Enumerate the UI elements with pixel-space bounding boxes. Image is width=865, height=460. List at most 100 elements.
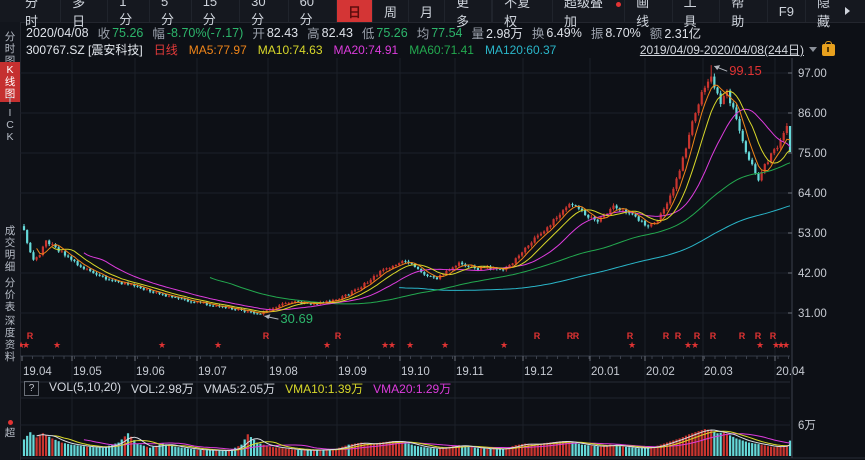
svg-text:★: ★ [500, 340, 508, 350]
arrow-right-icon [845, 7, 850, 15]
svg-text:19.06: 19.06 [136, 366, 165, 378]
volume-legend-item: VOL(5,10,20) [49, 380, 121, 397]
svg-text:20.01: 20.01 [591, 366, 620, 378]
x-axis-ticks [22, 73, 792, 361]
period-tab-30分[interactable]: 30分 [240, 0, 288, 22]
period-tab-日[interactable]: 日 [337, 0, 373, 22]
quote-field-额: 额2.31亿 [650, 23, 701, 42]
svg-text:19.08: 19.08 [269, 366, 298, 378]
period-tab-15分[interactable]: 15分 [192, 0, 240, 22]
chevron-down-icon[interactable] [809, 47, 817, 52]
sidebar-item-TICK[interactable]: TICK [0, 95, 20, 143]
top-toolbar: 分时多日1分5分15分30分60分日周月更多 不复权超级叠加画线工具帮助F9隐藏 [0, 0, 865, 23]
volume-legend-items: VOL(5,10,20) VOL:2.98万 VMA5:2.05万 VMA10:1.3… [49, 380, 451, 397]
volume-legend-item: VMA10:1.39万 [285, 380, 363, 397]
help-icon[interactable]: ? [24, 381, 39, 396]
date-range-label[interactable]: 2019/04/09-2020/04/08(244日) [640, 41, 804, 58]
svg-text:★: ★ [158, 340, 166, 350]
period-tab-1分[interactable]: 1分 [108, 0, 150, 22]
svg-text:★: ★ [691, 340, 699, 350]
svg-text:53.00: 53.00 [798, 228, 827, 240]
axis-labels: 97.0086.0075.0064.0053.0042.0031.0019.04… [23, 68, 827, 432]
svg-text:6万: 6万 [798, 420, 816, 432]
svg-text:75.00: 75.00 [798, 148, 827, 160]
svg-text:30.69: 30.69 [280, 311, 313, 326]
event-markers[interactable]: RRRRRRRRRRRRRR★★★★★★★★★★★★★★★★★★★ [20, 331, 790, 350]
svg-text:R: R [675, 331, 682, 341]
period-tab-5分[interactable]: 5分 [150, 0, 192, 22]
menu-item-F9[interactable]: F9 [767, 0, 805, 22]
menu-item-超级叠加[interactable]: 超级叠加 [552, 0, 624, 22]
sidebar-item-超[interactable]: 超 [0, 420, 20, 439]
quote-field-量: 量2.98万 [472, 23, 523, 42]
menu-item-隐藏[interactable]: 隐藏 [805, 0, 861, 22]
quote-field-均: 均77.54 [417, 23, 463, 42]
volume-legend: ? VOL(5,10,20) VOL:2.98万 VMA5:2.05万 VMA10:1… [24, 380, 451, 396]
period-tab-周[interactable]: 周 [373, 0, 409, 22]
quote-field-开: 开82.43 [252, 23, 298, 42]
svg-text:20.02: 20.02 [646, 366, 675, 378]
quote-field-高: 高82.43 [307, 23, 353, 42]
svg-text:20.04: 20.04 [776, 366, 805, 378]
volume-legend-item: VOL:2.98万 [131, 380, 194, 397]
quote-field-幅: 幅-8.70%(-7.17) [152, 23, 243, 42]
svg-text:★: ★ [756, 340, 764, 350]
menu-item-帮助[interactable]: 帮助 [719, 0, 767, 22]
svg-text:19.07: 19.07 [198, 366, 227, 378]
svg-text:64.00: 64.00 [798, 188, 827, 200]
candlestick-chart[interactable]: 97.0086.0075.0064.0053.0042.0031.0019.04… [20, 58, 865, 460]
period-tab-分时[interactable]: 分时 [14, 0, 61, 22]
period-tab-多日[interactable]: 多日 [61, 0, 108, 22]
period-tabs: 分时多日1分5分15分30分60分日周月更多 [14, 0, 492, 22]
sidebar-item-分价表[interactable]: 分价表 [0, 277, 20, 313]
ma-legend-item: MA60:71.41 [409, 43, 474, 57]
period-tab-更多[interactable]: 更多 [445, 0, 492, 22]
svg-text:★: ★ [628, 340, 636, 350]
quote-field-振: 振8.70% [591, 23, 641, 42]
svg-text:42.00: 42.00 [798, 268, 827, 280]
volume-legend-item: VMA5:2.05万 [204, 380, 275, 397]
quote-info-row: 2020/04/08收75.26幅-8.70%(-7.17)开82.43高82.… [26, 24, 701, 41]
quote-field-换: 换6.49% [532, 23, 582, 42]
menu-item-画线[interactable]: 画线 [624, 0, 672, 22]
svg-text:★: ★ [323, 340, 331, 350]
ma-legend-item: MA5:77.97 [189, 43, 247, 57]
svg-text:R: R [710, 331, 717, 341]
svg-text:R: R [739, 331, 746, 341]
menu-item-工具[interactable]: 工具 [672, 0, 720, 22]
grid [20, 58, 865, 458]
ma-lines [37, 85, 790, 313]
period-tab-月[interactable]: 月 [409, 0, 445, 22]
quote-field-收: 收75.26 [98, 23, 144, 42]
svg-text:97.00: 97.00 [798, 68, 827, 80]
svg-text:R: R [534, 331, 541, 341]
volume-legend-item: VMA20:1.29万 [373, 380, 451, 397]
notification-dot [8, 420, 13, 425]
ma-legend-item: MA10:74.63 [258, 43, 323, 57]
date-range-box[interactable]: 2019/04/09-2020/04/08(244日) [640, 42, 835, 57]
quote-field-低: 低75.26 [362, 23, 408, 42]
svg-text:★: ★ [441, 340, 449, 350]
svg-text:R: R [335, 331, 342, 341]
left-sidebar: 分时图K线图TICK成交明细分价表深度资料超 [0, 22, 21, 460]
ma-legend: MA5:77.97MA10:74.63MA20:74.91MA60:71.41M… [189, 43, 557, 57]
svg-text:19.10: 19.10 [401, 366, 430, 378]
price-annotations: 99.15 30.69 [264, 63, 761, 326]
svg-text:99.15: 99.15 [729, 63, 762, 78]
svg-text:R: R [663, 331, 670, 341]
svg-text:★: ★ [406, 340, 414, 350]
svg-text:★: ★ [22, 340, 30, 350]
period-tab-60分[interactable]: 60分 [289, 0, 337, 22]
svg-text:19.09: 19.09 [338, 366, 367, 378]
svg-text:19.12: 19.12 [524, 366, 553, 378]
svg-text:★: ★ [782, 340, 790, 350]
lock-icon[interactable] [822, 44, 835, 56]
ma-legend-item: MA20:74.91 [334, 43, 399, 57]
chart-legend-row: 300767.SZ [震安科技] 日线 MA5:77.97MA10:74.63M… [26, 42, 556, 57]
menu-item-不复权[interactable]: 不复权 [492, 0, 552, 22]
period-label: 日线 [154, 41, 178, 58]
svg-text:20.03: 20.03 [704, 366, 733, 378]
svg-text:19.11: 19.11 [456, 366, 484, 378]
sidebar-item-深度资料[interactable]: 深度资料 [0, 315, 20, 363]
sidebar-item-成交明细[interactable]: 成交明细 [0, 225, 20, 273]
